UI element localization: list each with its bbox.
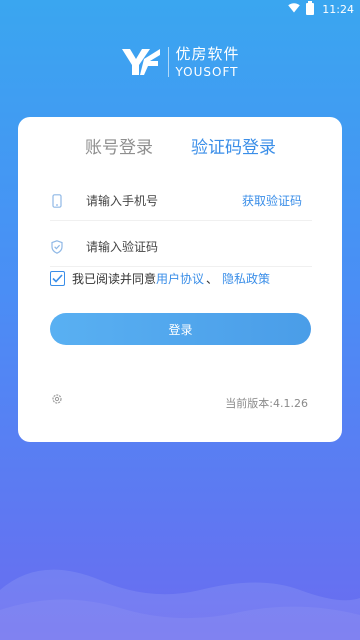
phone-field: 获取验证码 (50, 181, 312, 221)
user-agreement-link[interactable]: 用户协议 (156, 270, 204, 287)
agreement-separator: 、 (206, 271, 219, 286)
privacy-policy-link[interactable]: 隐私政策 (222, 270, 270, 287)
wifi-icon (288, 2, 301, 16)
background-wave (0, 569, 360, 640)
agreement-row: 我已阅读并同意 用户协议 、 隐私政策 (50, 268, 270, 288)
brand-name-cn: 优房软件 (175, 44, 240, 63)
shield-icon (50, 239, 64, 255)
agreement-checkbox[interactable] (50, 270, 65, 286)
yousoft-logo-icon (122, 49, 161, 75)
status-bar: 11:24 (0, 0, 360, 18)
version-label: 当前版本:4.1.26 (225, 397, 308, 410)
brand-name-en: YOUSOFT (175, 64, 239, 79)
check-icon (52, 273, 63, 283)
phone-icon (50, 193, 64, 209)
phone-input[interactable] (86, 193, 206, 208)
get-code-button[interactable]: 获取验证码 (242, 192, 302, 209)
settings-icon[interactable] (51, 393, 63, 405)
tab-code-login[interactable]: 验证码登录 (191, 133, 276, 158)
brand-divider (168, 47, 170, 77)
brand-header: 优房软件 YOUSOFT (0, 45, 360, 79)
tab-account-login[interactable]: 账号登录 (85, 133, 153, 158)
code-input[interactable] (86, 239, 206, 254)
agreement-prefix: 我已阅读并同意 (72, 271, 157, 286)
status-time: 11:24 (322, 2, 354, 16)
login-button[interactable]: 登录 (50, 313, 311, 345)
login-card: 账号登录 验证码登录 获取验证码 我已阅读并同意 用户协议 、 (18, 117, 342, 442)
battery-icon (306, 1, 315, 15)
code-field (50, 227, 312, 267)
